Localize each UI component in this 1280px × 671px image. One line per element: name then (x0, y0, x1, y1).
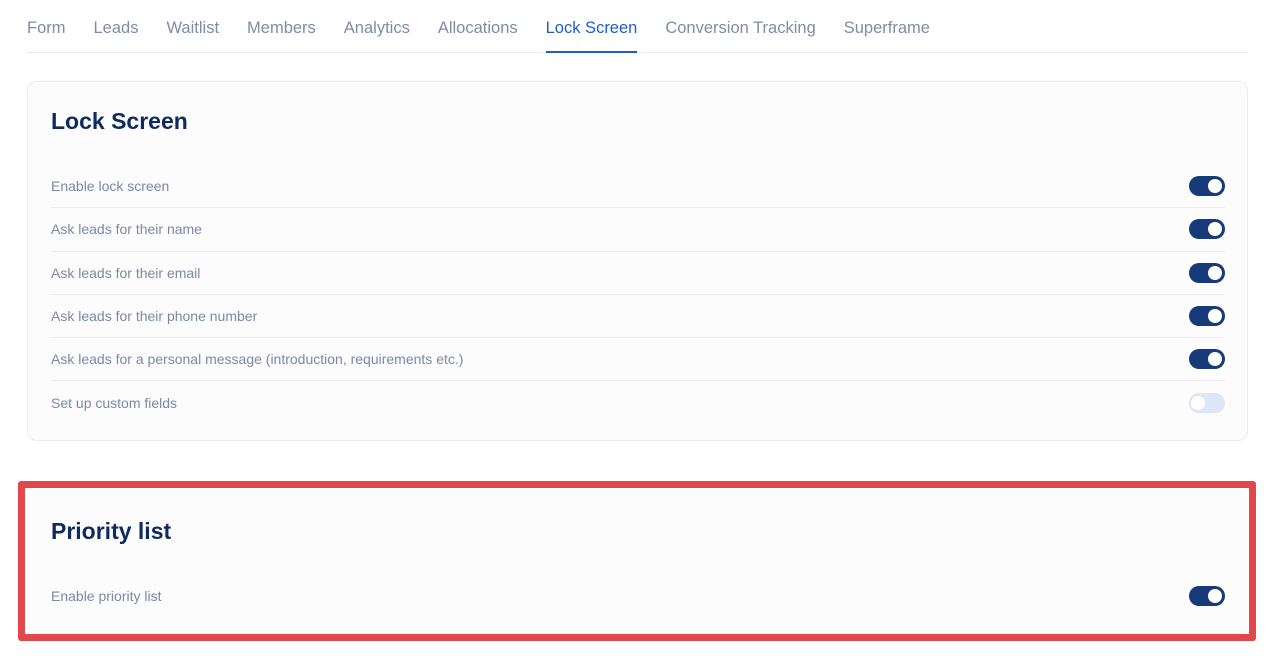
lock-screen-card: Lock Screen Enable lock screen Ask leads… (27, 81, 1248, 441)
priority-list-title: Priority list (51, 518, 172, 544)
setting-row-ask-email: Ask leads for their email (51, 252, 1225, 295)
setting-row-enable-priority-list: Enable priority list (51, 574, 1225, 617)
page: Form Leads Waitlist Members Analytics Al… (0, 0, 1280, 671)
ask-email-toggle[interactable] (1189, 262, 1225, 283)
lock-screen-title: Lock Screen (51, 108, 188, 134)
toggle-knob (1208, 222, 1222, 237)
setting-row-ask-message: Ask leads for a personal message (introd… (51, 338, 1225, 382)
toggle-knob (1208, 265, 1222, 280)
priority-list-settings: Enable priority list (51, 574, 1225, 617)
ask-message-toggle[interactable] (1189, 349, 1225, 370)
priority-list-card: Priority list Enable priority list (27, 491, 1248, 635)
ask-phone-toggle[interactable] (1189, 306, 1225, 327)
lock-screen-settings: Enable lock screen Ask leads for their n… (51, 165, 1225, 425)
tab-analytics[interactable]: Analytics (344, 0, 410, 52)
toggle-knob (1208, 352, 1222, 367)
toggle-knob (1208, 179, 1222, 194)
toggle-knob (1208, 588, 1222, 603)
tab-allocations[interactable]: Allocations (438, 0, 518, 52)
tab-leads[interactable]: Leads (94, 0, 139, 52)
setting-label: Enable priority list (51, 587, 162, 604)
setting-row-custom-fields: Set up custom fields (51, 381, 1225, 424)
tab-conversion-tracking[interactable]: Conversion Tracking (665, 0, 815, 52)
tab-bar: Form Leads Waitlist Members Analytics Al… (27, 0, 1248, 53)
setting-row-ask-phone: Ask leads for their phone number (51, 295, 1225, 339)
tab-superframe[interactable]: Superframe (844, 0, 930, 52)
tab-form[interactable]: Form (27, 0, 66, 52)
setting-label: Ask leads for their name (51, 221, 202, 238)
setting-row-ask-name: Ask leads for their name (51, 208, 1225, 252)
ask-name-toggle[interactable] (1189, 219, 1225, 240)
enable-lock-screen-toggle[interactable] (1189, 176, 1225, 197)
setting-label: Set up custom fields (51, 395, 178, 412)
tab-waitlist[interactable]: Waitlist (166, 0, 219, 52)
tab-lock-screen[interactable]: Lock Screen (545, 0, 637, 53)
tab-members[interactable]: Members (247, 0, 316, 52)
setting-label: Enable lock screen (51, 178, 170, 195)
custom-fields-toggle[interactable] (1189, 393, 1225, 414)
enable-priority-list-toggle[interactable] (1189, 585, 1225, 606)
setting-label: Ask leads for a personal message (introd… (51, 351, 464, 368)
toggle-knob (1208, 309, 1222, 324)
setting-label: Ask leads for their phone number (51, 308, 258, 325)
setting-label: Ask leads for their email (51, 264, 201, 281)
setting-row-enable-lock-screen: Enable lock screen (51, 165, 1225, 209)
toggle-knob (1191, 396, 1205, 411)
